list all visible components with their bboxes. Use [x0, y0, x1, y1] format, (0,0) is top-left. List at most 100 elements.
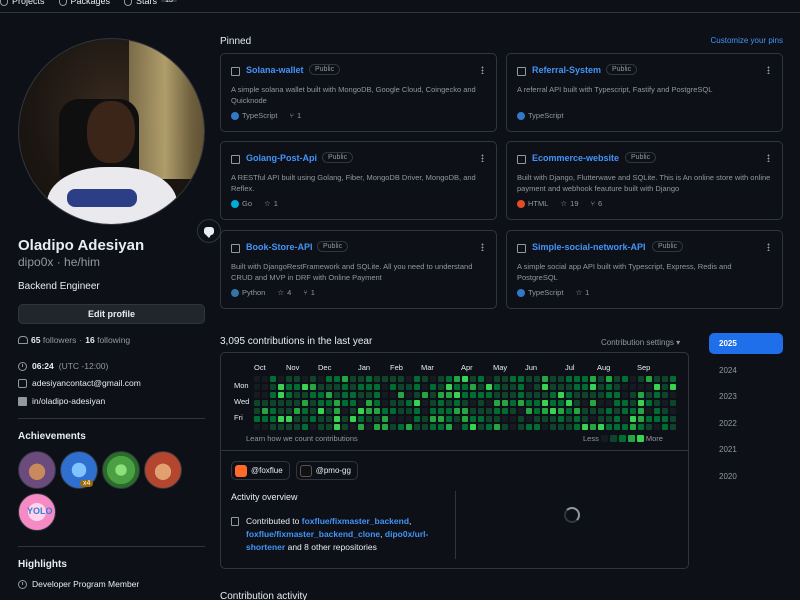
contribution-day[interactable]: [638, 384, 644, 390]
contribution-day[interactable]: [630, 392, 636, 398]
contribution-day[interactable]: [470, 384, 476, 390]
contribution-day[interactable]: [454, 416, 460, 422]
repo-link[interactable]: foxflue/fixmaster_backend_clone: [246, 529, 380, 539]
contribution-day[interactable]: [334, 424, 340, 430]
contribution-day[interactable]: [574, 424, 580, 430]
contribution-day[interactable]: [486, 384, 492, 390]
contribution-day[interactable]: [382, 400, 388, 406]
contribution-day[interactable]: [294, 400, 300, 406]
contribution-day[interactable]: [406, 392, 412, 398]
contribution-day[interactable]: [350, 376, 356, 382]
contribution-day[interactable]: [478, 392, 484, 398]
contribution-day[interactable]: [262, 408, 268, 414]
contribution-day[interactable]: [526, 416, 532, 422]
contribution-day[interactable]: [334, 384, 340, 390]
contribution-day[interactable]: [502, 424, 508, 430]
contribution-day[interactable]: [670, 376, 676, 382]
contribution-day[interactable]: [526, 424, 532, 430]
avatar[interactable]: [18, 38, 205, 225]
contribution-day[interactable]: [670, 384, 676, 390]
contribution-day[interactable]: [574, 392, 580, 398]
contribution-day[interactable]: [510, 384, 516, 390]
contribution-day[interactable]: [606, 424, 612, 430]
contribution-day[interactable]: [254, 376, 260, 382]
contribution-day[interactable]: [502, 400, 508, 406]
contribution-day[interactable]: [630, 408, 636, 414]
contribution-day[interactable]: [406, 408, 412, 414]
contribution-day[interactable]: [486, 416, 492, 422]
contribution-day[interactable]: [478, 400, 484, 406]
contribution-day[interactable]: [382, 424, 388, 430]
contribution-day[interactable]: [526, 392, 532, 398]
contribution-day[interactable]: [390, 376, 396, 382]
forks-link[interactable]: ⑂ 6: [591, 199, 603, 208]
contribution-day[interactable]: [430, 408, 436, 414]
contribution-day[interactable]: [670, 424, 676, 430]
contribution-day[interactable]: [358, 416, 364, 422]
contribution-day[interactable]: [358, 376, 364, 382]
contribution-day[interactable]: [566, 400, 572, 406]
contribution-day[interactable]: [566, 376, 572, 382]
contribution-day[interactable]: [286, 392, 292, 398]
contribution-day[interactable]: [390, 400, 396, 406]
contribution-day[interactable]: [366, 376, 372, 382]
contribution-day[interactable]: [390, 384, 396, 390]
contribution-day[interactable]: [470, 400, 476, 406]
contribution-day[interactable]: [382, 376, 388, 382]
contribution-day[interactable]: [534, 416, 540, 422]
contribution-day[interactable]: [286, 384, 292, 390]
contribution-day[interactable]: [566, 392, 572, 398]
contribution-day[interactable]: [358, 400, 364, 406]
contribution-day[interactable]: [446, 400, 452, 406]
contribution-day[interactable]: [654, 416, 660, 422]
contribution-day[interactable]: [422, 424, 428, 430]
contribution-day[interactable]: [414, 376, 420, 382]
contribution-day[interactable]: [446, 416, 452, 422]
contribution-day[interactable]: [630, 424, 636, 430]
contribution-day[interactable]: [278, 392, 284, 398]
contribution-day[interactable]: [414, 408, 420, 414]
contribution-day[interactable]: [526, 376, 532, 382]
contribution-settings-dropdown[interactable]: Contribution settings ▾: [601, 338, 680, 347]
contribution-day[interactable]: [502, 416, 508, 422]
contribution-day[interactable]: [542, 392, 548, 398]
contribution-day[interactable]: [286, 400, 292, 406]
tab-projects[interactable]: Projects: [0, 0, 45, 6]
contribution-day[interactable]: [614, 400, 620, 406]
contribution-day[interactable]: [534, 384, 540, 390]
contribution-day[interactable]: [670, 400, 676, 406]
contribution-day[interactable]: [366, 400, 372, 406]
contribution-day[interactable]: [462, 392, 468, 398]
contribution-day[interactable]: [646, 392, 652, 398]
contribution-day[interactable]: [414, 384, 420, 390]
org-filter-pmo-gg[interactable]: @pmo-gg: [295, 461, 358, 480]
contribution-day[interactable]: [654, 424, 660, 430]
achievement-badge-pull-shark[interactable]: [18, 451, 56, 489]
linkedin-link[interactable]: in/oladipo-adesiyan: [32, 396, 105, 406]
contribution-day[interactable]: [590, 416, 596, 422]
contribution-day[interactable]: [590, 376, 596, 382]
contribution-day[interactable]: [622, 384, 628, 390]
contribution-day[interactable]: [326, 384, 332, 390]
contribution-day[interactable]: [318, 416, 324, 422]
contribution-day[interactable]: [318, 408, 324, 414]
contribution-day[interactable]: [430, 384, 436, 390]
contribution-day[interactable]: [398, 384, 404, 390]
contribution-day[interactable]: [470, 408, 476, 414]
contribution-day[interactable]: [438, 416, 444, 422]
contribution-day[interactable]: [582, 384, 588, 390]
contribution-day[interactable]: [342, 392, 348, 398]
contribution-day[interactable]: [398, 424, 404, 430]
contribution-day[interactable]: [470, 416, 476, 422]
contribution-day[interactable]: [350, 424, 356, 430]
contribution-day[interactable]: [566, 416, 572, 422]
contribution-day[interactable]: [358, 392, 364, 398]
contribution-day[interactable]: [342, 408, 348, 414]
org-filter-foxflue[interactable]: @foxflue: [231, 461, 290, 480]
contribution-day[interactable]: [542, 376, 548, 382]
contribution-day[interactable]: [254, 392, 260, 398]
stars-link[interactable]: ☆ 4: [277, 288, 291, 297]
contribution-day[interactable]: [606, 408, 612, 414]
contribution-day[interactable]: [406, 416, 412, 422]
stars-link[interactable]: ☆ 19: [560, 199, 578, 208]
